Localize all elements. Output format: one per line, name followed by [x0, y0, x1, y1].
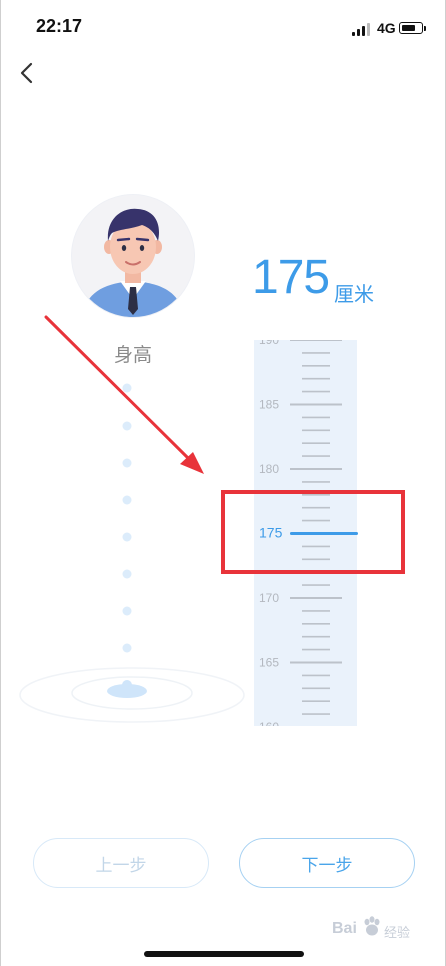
base-ring-inner [71, 676, 193, 710]
ruler-label: 160 [259, 720, 279, 726]
arrow-head [180, 452, 204, 474]
status-time: 22:17 [36, 16, 83, 36]
ruler-label: 170 [259, 591, 279, 605]
frame-left-border [0, 0, 1, 966]
track-dot [122, 421, 132, 431]
paw-icon [364, 916, 380, 936]
track-dot [122, 532, 132, 542]
next-step-button[interactable]: 下一步 [239, 838, 415, 888]
network-type: 4G [377, 20, 396, 36]
watermark-logo: Bai 经验 [326, 912, 426, 948]
avatar [72, 195, 194, 317]
home-indicator [144, 951, 304, 957]
track-dot [122, 383, 132, 393]
status-bar: 22:17 4G [0, 0, 446, 56]
back-button[interactable] [12, 58, 42, 88]
base-marker-shadow [107, 684, 147, 698]
chevron-left-icon [20, 62, 33, 84]
watermark-sub: 经验 [384, 926, 411, 941]
track-dot [122, 495, 132, 505]
arrow-annotation [44, 315, 204, 474]
ruler-label: 185 [259, 398, 279, 412]
progress-dot-track [19, 383, 245, 723]
height-value: 175 [252, 251, 330, 304]
base-marker [122, 680, 132, 690]
track-dot [122, 606, 132, 616]
previous-step-button[interactable]: 上一步 [33, 838, 209, 888]
highlight-box [221, 490, 405, 574]
height-label: 身高 [113, 344, 152, 366]
base-ring-outer [19, 667, 245, 723]
track-dot [122, 458, 132, 468]
signal-icon [352, 22, 374, 36]
battery-tip [424, 26, 426, 31]
track-dot [122, 643, 132, 653]
ruler-label: 180 [259, 462, 279, 476]
ruler-label: 165 [259, 656, 279, 670]
ruler-label: 190 [259, 340, 279, 347]
track-dot [122, 569, 132, 579]
male-avatar-icon [82, 208, 184, 317]
height-unit: 厘米 [334, 282, 374, 306]
arrow-line [44, 315, 192, 462]
watermark-brand: Bai [332, 920, 357, 937]
battery-icon [399, 22, 423, 34]
